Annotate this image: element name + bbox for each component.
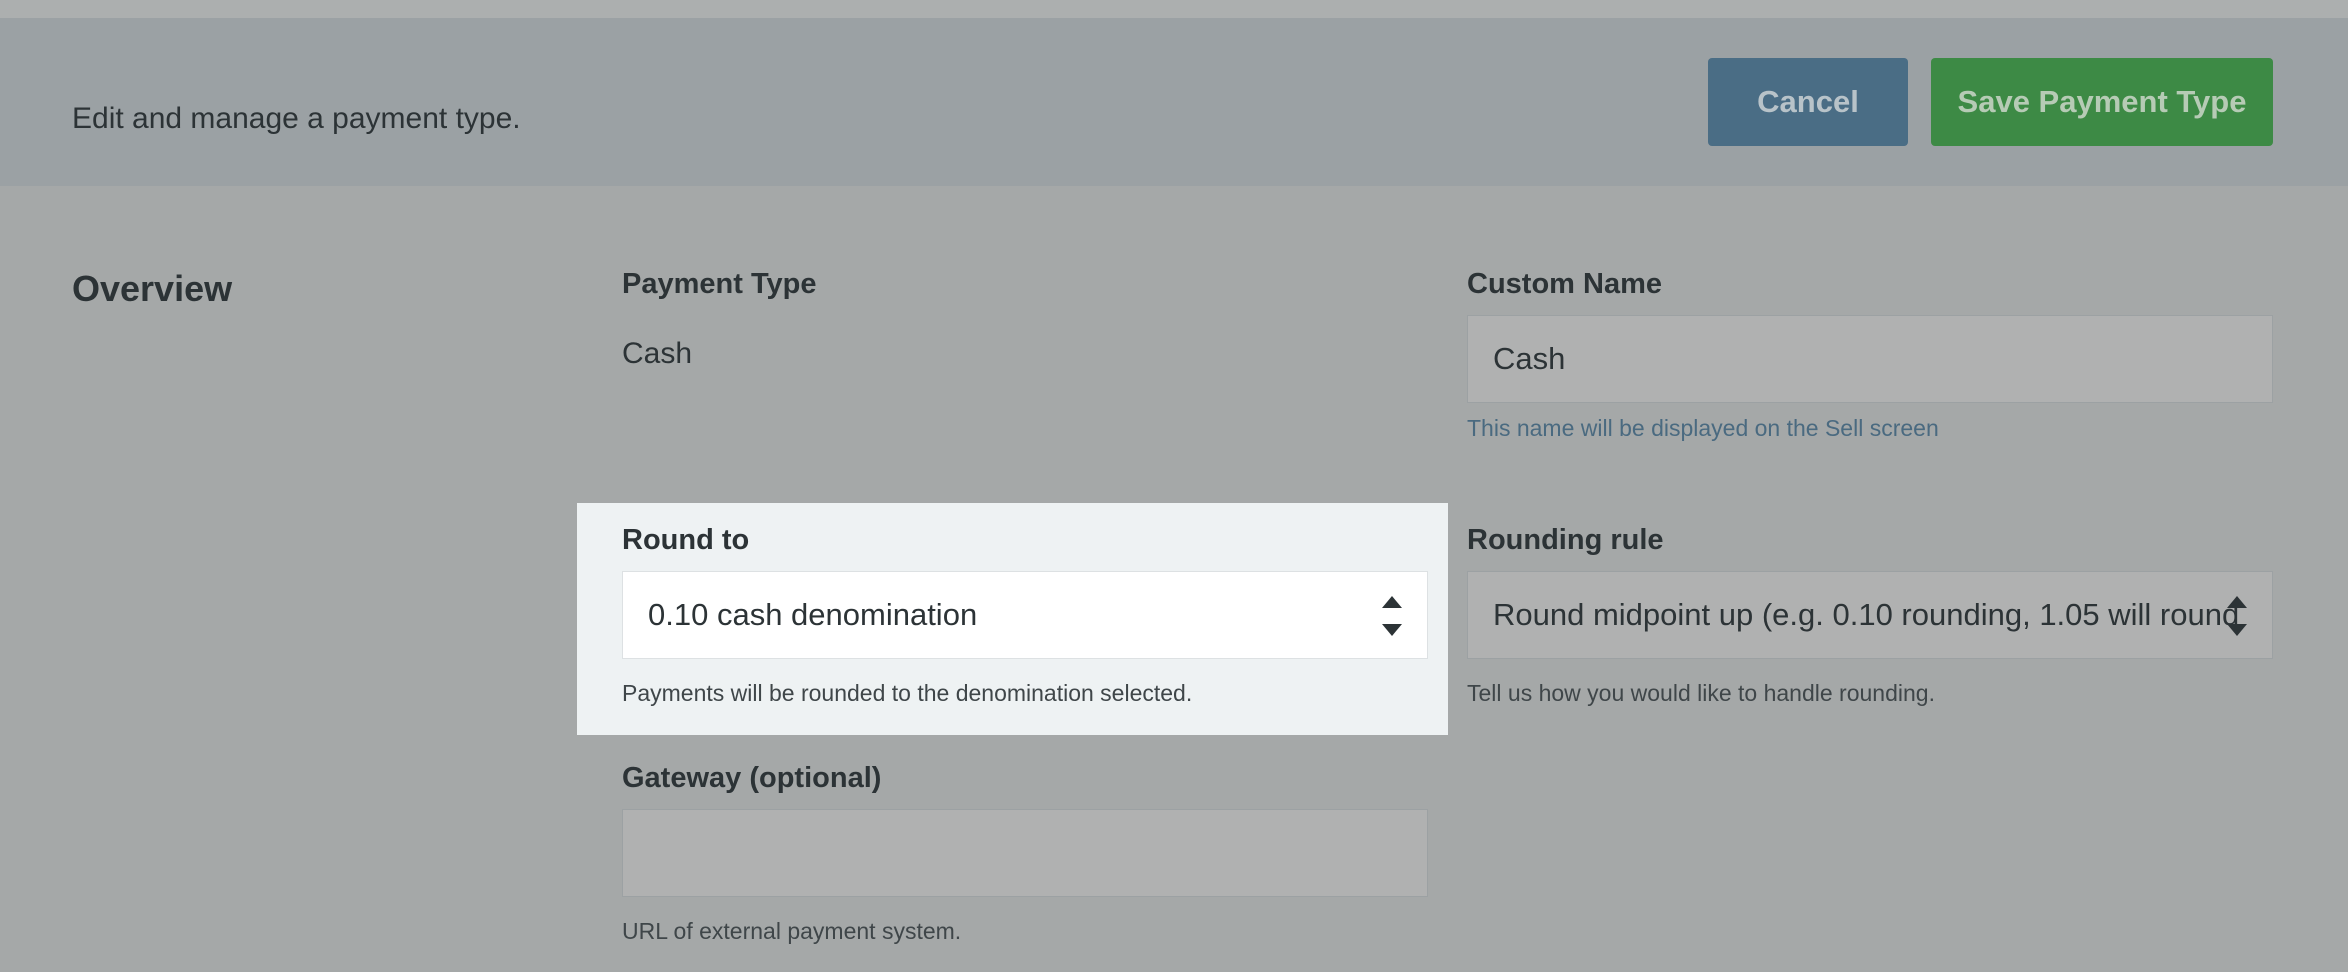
round-to-label: Round to	[622, 524, 750, 556]
cancel-button[interactable]: Cancel	[1708, 58, 1908, 146]
rounding-rule-help: Tell us how you would like to handle rou…	[1467, 680, 1935, 706]
save-payment-type-button[interactable]: Save Payment Type	[1931, 58, 2273, 146]
header-description: Edit and manage a payment type.	[72, 102, 521, 135]
round-to-help: Payments will be rounded to the denomina…	[622, 680, 1193, 706]
round-to-selected-value: 0.10 cash denomination	[648, 597, 978, 632]
gateway-label: Gateway (optional)	[622, 762, 882, 794]
top-strip	[0, 0, 2348, 18]
section-title-overview: Overview	[72, 268, 233, 309]
page-header: Edit and manage a payment type. Cancel S…	[0, 18, 2348, 186]
payment-type-value: Cash	[622, 337, 693, 370]
round-to-select[interactable]: 0.10 cash denomination	[622, 571, 1428, 659]
rounding-rule-select[interactable]: Round midpoint up (e.g. 0.10 rounding, 1…	[1467, 571, 2273, 659]
gateway-help: URL of external payment system.	[622, 918, 962, 944]
rounding-rule-selected-value: Round midpoint up (e.g. 0.10 rounding, 1…	[1493, 597, 2240, 632]
payment-type-label: Payment Type	[622, 268, 817, 300]
up-down-arrows-icon	[2226, 596, 2248, 636]
custom-name-help: This name will be displayed on the Sell …	[1467, 415, 1939, 441]
custom-name-input[interactable]: Cash	[1467, 315, 2273, 403]
gateway-input[interactable]	[622, 809, 1428, 897]
rounding-rule-label: Rounding rule	[1467, 524, 1664, 556]
up-down-arrows-icon	[1381, 596, 1403, 636]
custom-name-label: Custom Name	[1467, 268, 1662, 300]
